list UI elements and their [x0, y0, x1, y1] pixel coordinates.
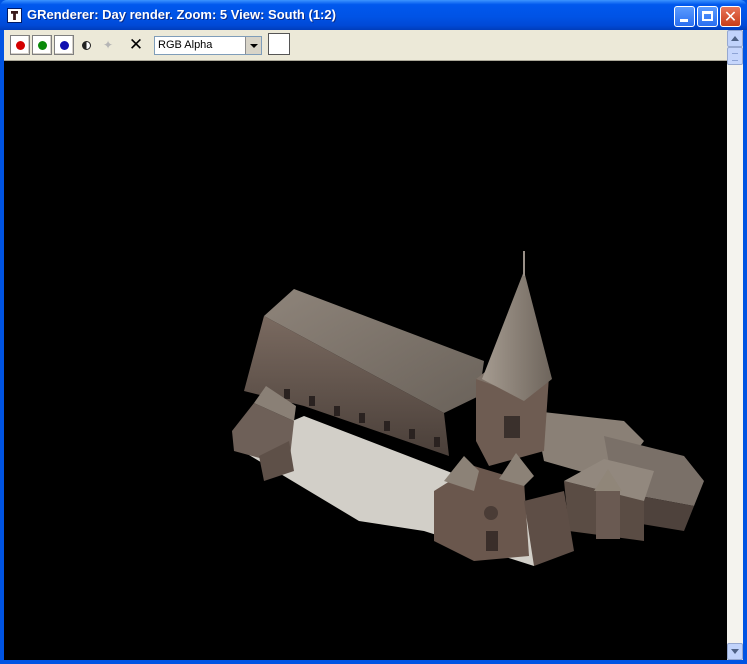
grayscale-icon[interactable]: ✦: [102, 39, 114, 51]
cathedral-render-image: [232, 251, 704, 566]
minimize-button[interactable]: [674, 6, 695, 27]
close-x-icon[interactable]: ✕: [128, 36, 144, 54]
blue-dot-icon: [60, 41, 69, 50]
contrast-half-circle-icon[interactable]: [82, 41, 91, 50]
window-title: GRenderer: Day render. Zoom: 5 View: Sou…: [27, 7, 336, 22]
grenderer-app-icon[interactable]: [7, 8, 22, 23]
maximize-button[interactable]: [697, 6, 718, 27]
green-channel-button[interactable]: [32, 35, 52, 55]
scroll-up-icon[interactable]: [727, 30, 743, 47]
red-channel-button[interactable]: [10, 35, 30, 55]
client-area: ✦ ✕ RGB Alpha: [4, 30, 743, 660]
channel-select-value: RGB Alpha: [158, 39, 213, 51]
scroll-thumb[interactable]: [727, 47, 743, 65]
green-dot-icon: [38, 41, 47, 50]
renderer-window: GRenderer: Day render. Zoom: 5 View: Sou…: [0, 0, 747, 664]
maximize-icon: [702, 11, 713, 21]
render-viewport[interactable]: [4, 61, 727, 660]
minimize-icon: [680, 19, 688, 22]
background-color-swatch[interactable]: [268, 33, 290, 55]
close-button[interactable]: ✕: [720, 6, 741, 27]
close-icon: ✕: [723, 7, 738, 26]
toolbar: ✦ ✕ RGB Alpha: [4, 30, 727, 61]
blue-channel-button[interactable]: [54, 35, 74, 55]
title-bar[interactable]: GRenderer: Day render. Zoom: 5 View: Sou…: [0, 0, 747, 30]
red-dot-icon: [16, 41, 25, 50]
chevron-down-icon[interactable]: [245, 37, 261, 54]
scroll-down-icon[interactable]: [727, 643, 743, 660]
vertical-scrollbar[interactable]: [727, 30, 743, 660]
channel-select[interactable]: RGB Alpha: [154, 36, 262, 55]
